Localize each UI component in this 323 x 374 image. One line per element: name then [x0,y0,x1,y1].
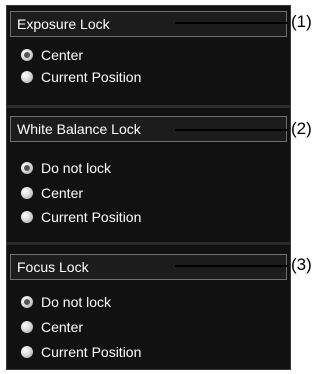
option-label: Current Position [41,69,142,85]
option-label: Do not lock [41,160,112,176]
focus-lock-option-do-not-lock[interactable]: Do not lock [21,291,111,313]
section-divider [7,242,290,245]
lock-settings-panel: Exposure Lock Center Current Position Wh… [6,5,291,370]
callout-label-2: (2) [291,119,312,138]
radio-unselected-icon[interactable] [21,346,33,358]
focus-lock-header: Focus Lock [10,254,287,280]
callout-line-3 [175,265,288,267]
callout-line-2 [175,129,288,131]
exposure-lock-header: Exposure Lock [10,11,287,37]
focus-lock-title: Focus Lock [17,259,89,275]
white-balance-lock-title: White Balance Lock [17,121,141,137]
exposure-lock-option-current-position[interactable]: Current Position [21,66,141,88]
radio-selected-icon[interactable] [21,162,33,174]
radio-unselected-icon[interactable] [21,71,33,83]
white-balance-lock-option-current-position[interactable]: Current Position [21,206,141,228]
callout-label-1: (1) [291,12,312,31]
callout-label-3: (3) [291,255,312,274]
option-label: Center [41,185,84,201]
option-label: Do not lock [41,294,112,310]
focus-lock-option-center[interactable]: Center [21,316,83,338]
option-label: Center [41,319,84,335]
radio-selected-icon[interactable] [21,49,33,61]
white-balance-lock-option-do-not-lock[interactable]: Do not lock [21,157,111,179]
radio-unselected-icon[interactable] [21,187,33,199]
radio-selected-icon[interactable] [21,296,33,308]
option-label: Current Position [41,344,142,360]
callout-line-1 [175,22,288,24]
radio-unselected-icon[interactable] [21,211,33,223]
exposure-lock-option-center[interactable]: Center [21,44,83,66]
white-balance-lock-option-center[interactable]: Center [21,182,83,204]
option-label: Current Position [41,209,142,225]
focus-lock-option-current-position[interactable]: Current Position [21,341,141,363]
option-label: Center [41,47,84,63]
radio-unselected-icon[interactable] [21,321,33,333]
exposure-lock-title: Exposure Lock [17,16,110,32]
section-divider [7,105,290,108]
